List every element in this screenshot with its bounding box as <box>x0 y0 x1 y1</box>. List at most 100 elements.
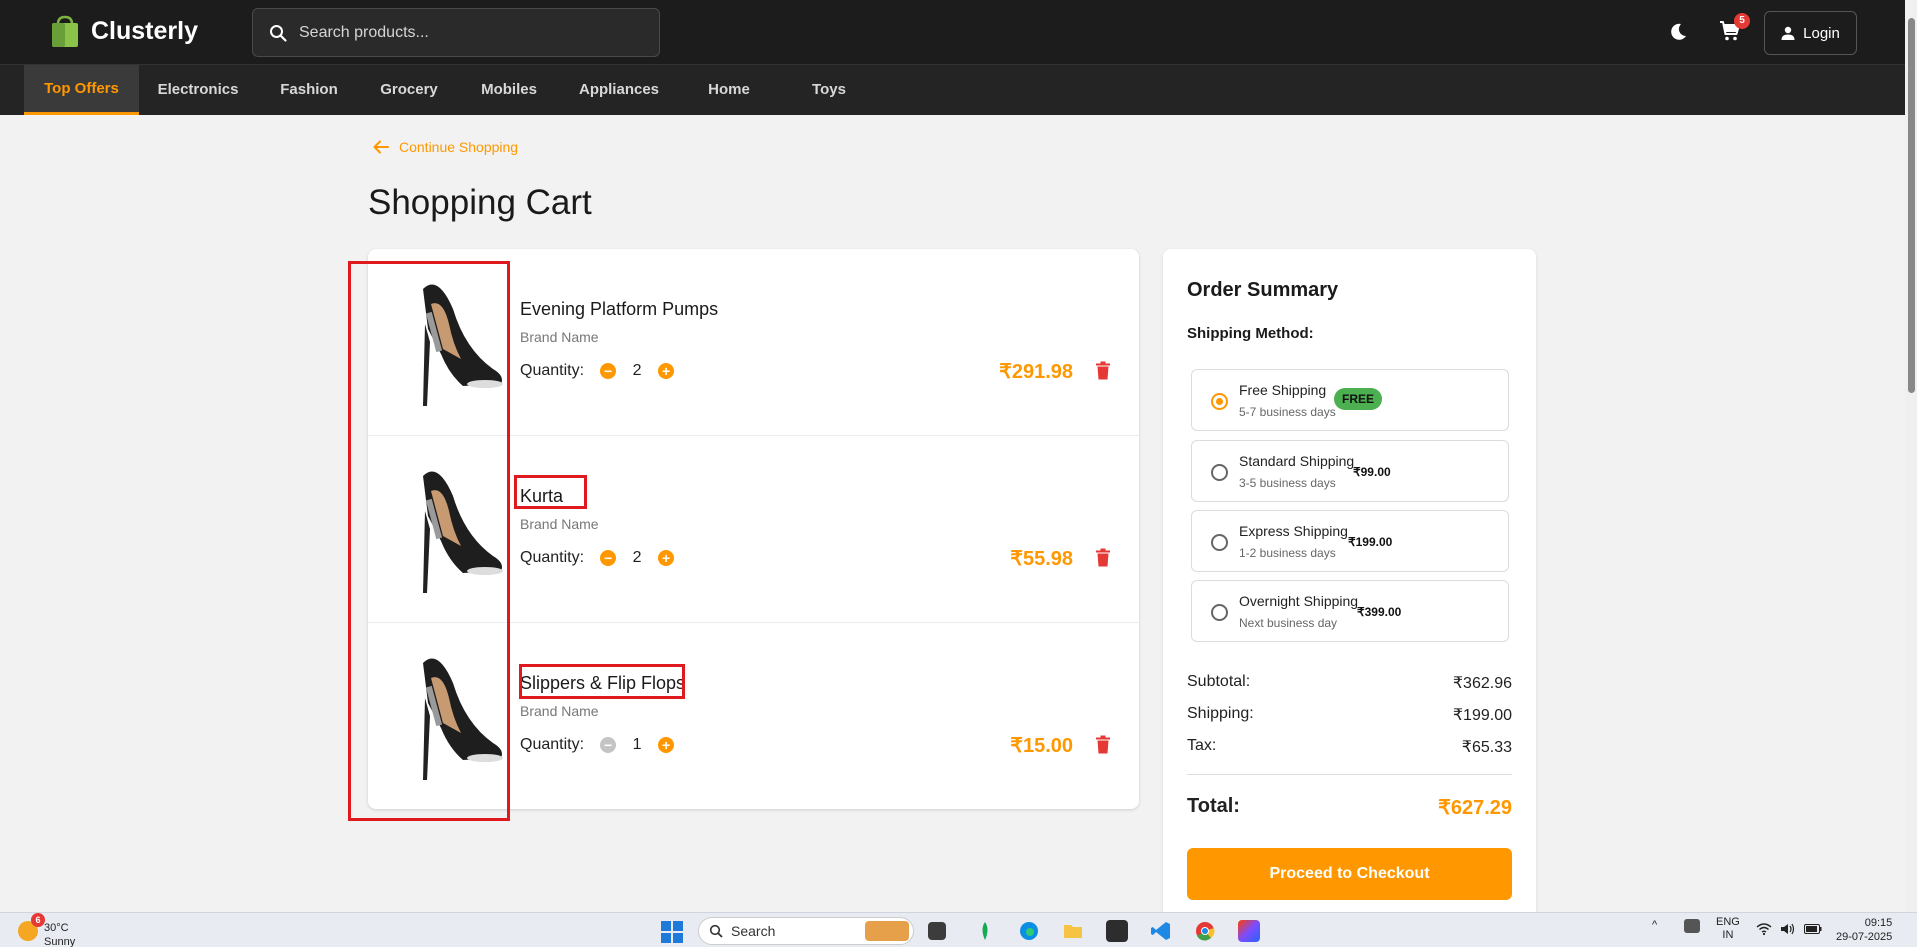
top-header: Clusterly 5 Login <box>0 0 1905 65</box>
free-badge: FREE <box>1334 388 1383 410</box>
edge-icon[interactable] <box>1018 920 1040 942</box>
decrease-quantity-button[interactable]: − <box>600 737 617 753</box>
tax-row: Tax: ₹65.33 <box>1187 737 1512 757</box>
category-grocery[interactable]: Grocery <box>364 65 454 115</box>
decrease-quantity-button[interactable]: − <box>600 363 617 379</box>
delete-icon[interactable] <box>1095 735 1111 754</box>
shipping-option-name: Overnight Shipping <box>1239 593 1359 609</box>
chevron-up-icon[interactable]: ^ <box>1652 919 1657 931</box>
windows-start-icon[interactable] <box>661 921 683 943</box>
taskbar-search[interactable]: Search <box>698 917 914 945</box>
product-name[interactable]: Slippers & Flip Flops <box>520 673 685 694</box>
arrow-left-icon <box>373 140 389 154</box>
product-brand: Brand Name <box>520 329 599 345</box>
brand-logo[interactable]: Clusterly <box>49 14 198 48</box>
shipping-option-price: ₹399.00 <box>1357 605 1402 619</box>
decrease-quantity-button[interactable]: − <box>600 550 617 566</box>
quantity-stepper: Quantity: − 1 + <box>520 736 675 754</box>
proceed-to-checkout-button[interactable]: Proceed to Checkout <box>1187 848 1512 900</box>
taskbar-search-label: Search <box>731 923 776 939</box>
shipping-option-standard[interactable]: Standard Shipping 3-5 business days ₹99.… <box>1191 440 1509 502</box>
radio-button[interactable] <box>1211 393 1228 410</box>
clock-time: 09:15 <box>1864 917 1893 929</box>
network-tray-icon[interactable] <box>1684 919 1700 933</box>
category-home[interactable]: Home <box>690 65 768 115</box>
increase-quantity-button[interactable]: + <box>658 737 675 753</box>
product-brand: Brand Name <box>520 703 599 719</box>
category-nav: Top Offers Electronics Fashion Grocery M… <box>0 65 1905 115</box>
category-fashion[interactable]: Fashion <box>264 65 354 115</box>
shipping-row: Shipping: ₹199.00 <box>1187 705 1512 725</box>
shipping-option-days: 5-7 business days <box>1239 405 1336 419</box>
item-price: ₹55.98 <box>1010 548 1073 570</box>
total-label: Total: <box>1187 795 1240 817</box>
increase-quantity-button[interactable]: + <box>658 363 675 379</box>
delete-icon[interactable] <box>1095 548 1111 567</box>
product-name[interactable]: Kurta <box>520 486 563 507</box>
shipping-option-price: ₹99.00 <box>1353 465 1391 479</box>
delete-icon[interactable] <box>1095 361 1111 380</box>
chrome-icon[interactable] <box>1194 920 1216 942</box>
login-button[interactable]: Login <box>1764 11 1857 55</box>
shipping-option-days: 1-2 business days <box>1239 546 1336 560</box>
region-code: IN <box>1722 929 1734 941</box>
battery-icon[interactable] <box>1804 924 1822 934</box>
category-mobiles[interactable]: Mobiles <box>465 65 553 115</box>
quantity-label: Quantity: <box>520 362 585 379</box>
radio-button[interactable] <box>1211 534 1228 551</box>
cart-count-badge: 5 <box>1734 13 1750 29</box>
shipping-option-express[interactable]: Express Shipping 1-2 business days ₹199.… <box>1191 510 1509 572</box>
language-indicator[interactable]: ENG IN <box>1716 916 1740 942</box>
scrollbar-thumb[interactable] <box>1908 18 1915 393</box>
vscode-icon[interactable] <box>1150 920 1172 942</box>
search-bar[interactable] <box>252 8 660 57</box>
category-toys[interactable]: Toys <box>790 65 868 115</box>
wifi-icon[interactable] <box>1756 923 1772 935</box>
shipping-method-heading: Shipping Method: <box>1187 325 1314 342</box>
continue-shopping-link[interactable]: Continue Shopping <box>373 139 518 155</box>
increase-quantity-button[interactable]: + <box>658 550 675 566</box>
shipping-value: ₹199.00 <box>1452 707 1512 724</box>
theme-toggle-button[interactable] <box>1668 22 1688 47</box>
category-appliances[interactable]: Appliances <box>565 65 673 115</box>
order-summary-title: Order Summary <box>1187 279 1339 301</box>
shipping-option-free[interactable]: Free Shipping 5-7 business days FREE <box>1191 369 1509 431</box>
radio-button[interactable] <box>1211 604 1228 621</box>
tax-value: ₹65.33 <box>1461 739 1512 756</box>
volume-icon[interactable] <box>1780 923 1796 935</box>
shipping-label: Shipping: <box>1187 705 1254 722</box>
file-explorer-icon[interactable] <box>1062 920 1084 942</box>
shipping-option-days: 3-5 business days <box>1239 476 1336 490</box>
category-top-offers[interactable]: Top Offers <box>24 65 139 115</box>
weather-desc: Sunny <box>44 936 76 947</box>
search-input[interactable] <box>299 23 629 42</box>
radio-button[interactable] <box>1211 464 1228 481</box>
product-name[interactable]: Evening Platform Pumps <box>520 299 718 320</box>
product-image <box>383 264 508 414</box>
subtotal-value: ₹362.96 <box>1452 675 1512 692</box>
quantity-value: 2 <box>632 362 642 379</box>
weather-badge: 6 <box>31 913 45 927</box>
page-scrollbar[interactable] <box>1905 0 1917 912</box>
category-electronics[interactable]: Electronics <box>144 65 252 115</box>
cart-item: Evening Platform Pumps Brand Name Quanti… <box>368 249 1139 436</box>
total-row: Total: ₹627.29 <box>1187 795 1512 820</box>
item-price: ₹15.00 <box>1010 735 1073 757</box>
product-image <box>383 638 508 788</box>
intellij-icon[interactable] <box>1238 920 1260 942</box>
mongodb-icon[interactable] <box>974 920 996 942</box>
product-brand: Brand Name <box>520 516 599 532</box>
weather-temp: 30°C <box>44 922 69 934</box>
cart-button[interactable]: 5 <box>1719 13 1750 47</box>
system-clock[interactable]: 09:15 29-07-2025 <box>1836 916 1892 944</box>
product-image <box>383 451 508 601</box>
terminal-icon[interactable] <box>1106 920 1128 942</box>
shipping-option-name: Free Shipping <box>1239 382 1327 398</box>
weather-widget[interactable]: 6 30°C Sunny <box>18 913 76 947</box>
login-label: Login <box>1803 24 1840 42</box>
shipping-option-overnight[interactable]: Overnight Shipping Next business day ₹39… <box>1191 580 1509 642</box>
continue-shopping-label: Continue Shopping <box>399 139 519 155</box>
quantity-label: Quantity: <box>520 549 585 566</box>
search-icon <box>270 24 287 42</box>
task-view-icon[interactable] <box>928 922 946 940</box>
